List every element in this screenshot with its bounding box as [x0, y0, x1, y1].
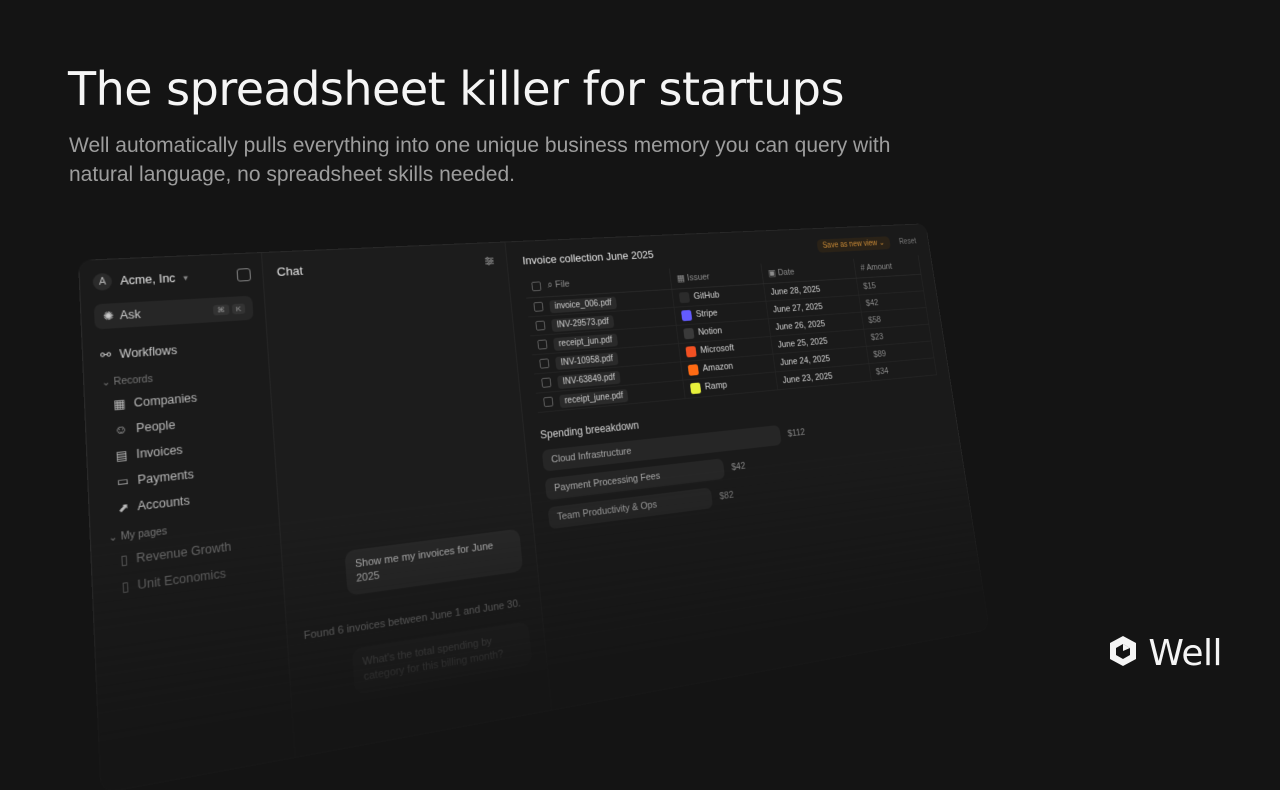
sidebar-item-label: Workflows [119, 343, 178, 361]
page-icon: ▯ [121, 578, 130, 595]
sidebar-item-label: Unit Economics [137, 566, 227, 593]
issuer-name: Stripe [695, 308, 719, 320]
chevron-down-icon: ⌄ [108, 531, 121, 545]
sidebar-item-label: People [135, 418, 176, 436]
building-icon: ▦ [112, 396, 126, 412]
cmd-key: ⌘ [212, 303, 230, 316]
row-checkbox[interactable] [543, 396, 554, 408]
page-icon: ▯ [120, 552, 128, 568]
ask-button[interactable]: ✺ Ask ⌘ K [93, 295, 254, 330]
row-checkbox[interactable] [533, 301, 544, 312]
breakdown-value: $42 [730, 460, 747, 473]
workspace-name: Acme, Inc [119, 271, 176, 288]
chat-title: Chat [276, 263, 304, 279]
sidebar: A Acme, Inc ▾ ✺ Ask ⌘ K ⚯ Workflows ⌄ Re… [79, 252, 296, 790]
issuer-name: GitHub [693, 290, 721, 302]
person-icon: ☺ [114, 422, 128, 438]
brand-name: Well [1148, 633, 1222, 674]
ask-shortcut: ⌘ K [212, 302, 246, 316]
workspace-switcher[interactable]: A Acme, Inc ▾ [92, 266, 252, 291]
chat-panel: Chat Show me my invoices for June 2025 F… [261, 242, 553, 757]
chevron-down-icon: ⌄ [878, 238, 886, 248]
breakdown-value: $112 [787, 427, 806, 440]
breakdown-label: Cloud Infrastructure [550, 445, 632, 466]
breakdown-value: $82 [718, 489, 735, 502]
user-message: Show me my invoices for June 2025 [344, 528, 524, 596]
file-chip[interactable]: receipt_june.pdf [559, 388, 629, 408]
well-logo-icon [1106, 634, 1140, 673]
column-label: File [554, 279, 571, 290]
table-body: invoice_006.pdf GitHub June 28, 2025 $15 INV… [526, 274, 937, 413]
card-icon: ▭ [116, 473, 130, 490]
brand-logo: Well [1106, 633, 1222, 674]
chevron-down-icon: ⌄ [101, 376, 114, 389]
section-label: Records [113, 374, 154, 388]
sparkle-icon: ✺ [102, 309, 114, 324]
file-chip[interactable]: receipt_jun.pdf [553, 333, 618, 351]
column-label: Date [777, 267, 796, 278]
sidebar-item-label: Companies [133, 390, 198, 410]
issuer-name: Microsoft [699, 343, 735, 356]
file-chip[interactable]: invoice_006.pdf [549, 296, 618, 313]
sidebar-toggle-icon[interactable] [236, 268, 252, 282]
section-label: My pages [120, 526, 168, 543]
breakdown-label: Payment Processing Fees [553, 470, 661, 494]
invoice-table: ⌕ File ▦ Issuer ▣ Date # Amount invoice_… [524, 255, 937, 413]
hero-subtitle: Well automatically pulls everything into… [69, 134, 891, 186]
ask-label: Ask [119, 307, 142, 323]
issuer-logo-icon [685, 346, 697, 358]
row-checkbox[interactable] [539, 358, 550, 369]
row-checkbox[interactable] [537, 339, 548, 350]
settings-sliders-icon[interactable] [484, 255, 496, 271]
row-checkbox[interactable] [535, 320, 546, 331]
spending-breakdown: Spending breeakdown Cloud Infrastructure… [540, 389, 953, 530]
file-chip[interactable]: INV-29573.pdf [551, 314, 615, 332]
k-key: K [231, 302, 246, 314]
issuer-logo-icon [680, 309, 692, 322]
followup-message: What's the total spending by category fo… [351, 621, 533, 695]
select-all-checkbox[interactable] [531, 281, 542, 291]
reset-button[interactable]: Reset [899, 237, 917, 246]
column-label: Amount [865, 261, 893, 273]
chevron-down-icon: ▾ [183, 272, 189, 283]
breakdown-label: Team Productivity & Ops [556, 499, 658, 523]
issuer-logo-icon [689, 382, 701, 395]
account-icon: ⬈ [117, 500, 130, 516]
invoice-icon: ▤ [115, 447, 129, 464]
issuer-name: Notion [697, 326, 723, 338]
save-view-label: Save as new view [822, 239, 878, 251]
page-title: Invoice collection June 2025 [521, 248, 655, 268]
workflow-icon: ⚯ [100, 347, 112, 363]
sidebar-item-label: Payments [137, 467, 195, 487]
issuer-name: Amazon [701, 361, 734, 375]
sidebar-item-label: Invoices [136, 442, 184, 462]
workspace-avatar: A [92, 272, 113, 291]
app-window: A Acme, Inc ▾ ✺ Ask ⌘ K ⚯ Workflows ⌄ Re… [78, 223, 990, 790]
hero-title: The spreadsheet killer for startups [68, 62, 844, 116]
app-mockup-stage: A Acme, Inc ▾ ✺ Ask ⌘ K ⚯ Workflows ⌄ Re… [60, 200, 1190, 790]
column-label: Issuer [686, 272, 711, 284]
sidebar-item-label: Accounts [137, 493, 191, 514]
save-view-button[interactable]: Save as new view ⌄ [816, 236, 891, 253]
main-panel: Invoice collection June 2025 Save as new… [505, 224, 989, 710]
issuer-name: Ramp [704, 380, 728, 393]
issuer-logo-icon [687, 364, 699, 376]
issuer-logo-icon [682, 327, 695, 340]
row-checkbox[interactable] [541, 377, 552, 388]
issuer-logo-icon [678, 291, 690, 304]
